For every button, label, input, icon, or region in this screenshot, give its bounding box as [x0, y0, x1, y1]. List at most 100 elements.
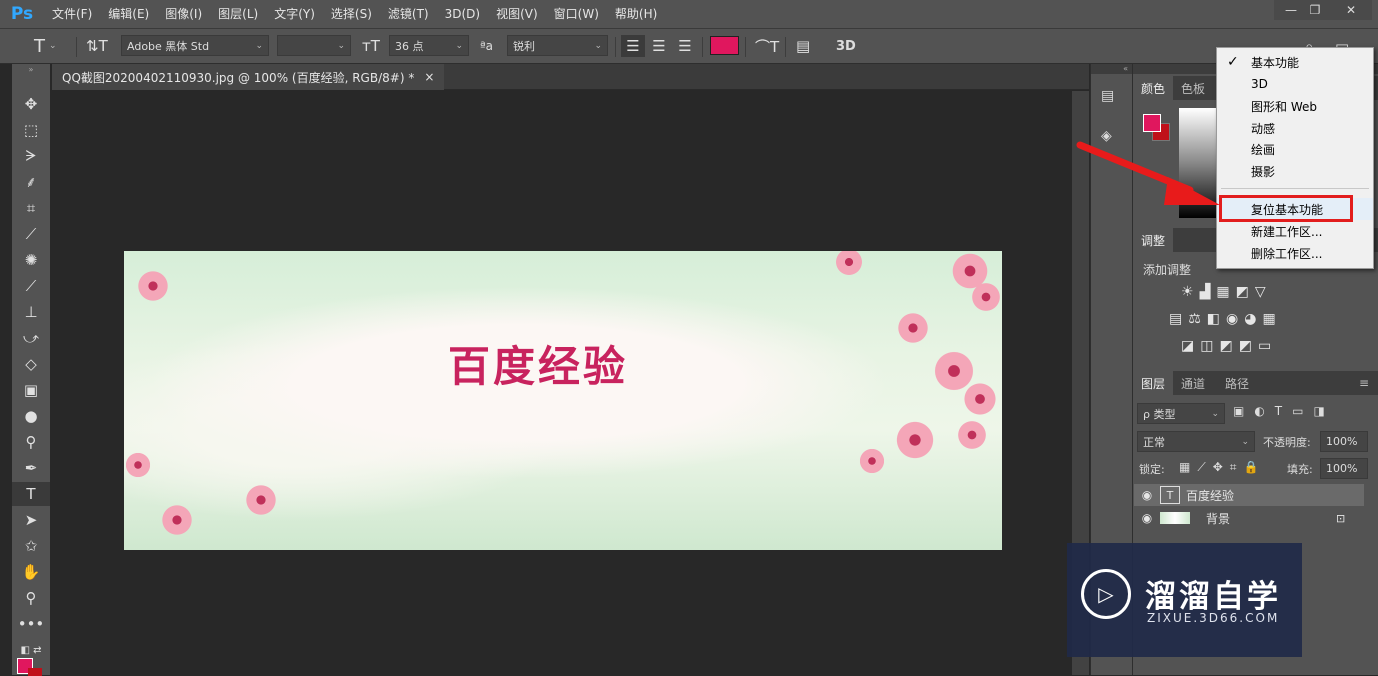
document-image[interactable]: 百度经验	[124, 251, 1002, 550]
menu-layer[interactable]: 图层(L)	[210, 0, 266, 28]
stamp-tool-icon[interactable]: ⊥	[12, 300, 50, 324]
panel-menu-icon[interactable]: ≡	[1351, 371, 1377, 395]
annotation-arrow-icon	[1076, 141, 1220, 205]
align-left-button[interactable]: ☰	[621, 35, 645, 57]
lasso-tool-icon[interactable]: ᗒ	[12, 144, 50, 168]
menu-item-photography[interactable]: 摄影	[1217, 160, 1373, 182]
layer-filter-icons[interactable]: ▣◐T▭◨	[1233, 404, 1335, 418]
eyedropper-tool-icon[interactable]: ⟋	[12, 222, 50, 246]
close-tab-icon[interactable]: ×	[424, 70, 434, 84]
marquee-tool-icon[interactable]: ⬚	[12, 118, 50, 142]
gradient-map-icon[interactable]: ◩	[1239, 338, 1252, 354]
color-lookup-icon[interactable]: ▦	[1262, 311, 1275, 327]
visibility-eye-icon[interactable]: ◉	[1134, 511, 1160, 525]
align-right-button[interactable]: ☰	[674, 35, 696, 57]
menu-view[interactable]: 视图(V)	[488, 0, 546, 28]
close-window-button[interactable]: ✕	[1330, 0, 1372, 20]
levels-icon[interactable]: ▟	[1200, 284, 1211, 300]
threshold-icon[interactable]: ◩	[1219, 338, 1232, 354]
brightness-icon[interactable]: ☀	[1181, 284, 1194, 300]
brush-tool-icon[interactable]: ⟋	[12, 274, 50, 298]
dodge-tool-icon[interactable]: ⚲	[12, 430, 50, 454]
menu-filter[interactable]: 滤镜(T)	[380, 0, 437, 28]
check-icon: ✓	[1227, 54, 1239, 70]
black-white-icon[interactable]: ◧	[1207, 311, 1220, 327]
warp-text-button[interactable]: ⌒T	[755, 35, 779, 57]
layer-filter-select[interactable]: ρ 类型 ⌄	[1137, 403, 1225, 424]
path-select-tool-icon[interactable]: ➤	[12, 508, 50, 532]
history-panel-icon[interactable]: ▤	[1101, 88, 1114, 104]
history-brush-tool-icon[interactable]: ⤻	[12, 326, 50, 350]
vibrance-icon[interactable]: ▽	[1255, 284, 1266, 300]
menu-item-motion[interactable]: 动感	[1217, 117, 1373, 139]
text-color-swatch[interactable]	[710, 36, 739, 55]
font-style-select[interactable]: ⌄	[277, 35, 351, 56]
menu-3d[interactable]: 3D(D)	[437, 0, 488, 28]
eraser-tool-icon[interactable]: ◇	[12, 352, 50, 376]
hue-sat-icon[interactable]: ▤	[1169, 311, 1182, 327]
character-panel-button[interactable]: ▤	[796, 35, 810, 57]
opacity-input[interactable]: 100%	[1320, 431, 1368, 452]
crop-tool-icon[interactable]: ⌗	[12, 196, 50, 220]
menu-help[interactable]: 帮助(H)	[607, 0, 665, 28]
tab-adjustments[interactable]: 调整	[1133, 228, 1174, 252]
menu-select[interactable]: 选择(S)	[323, 0, 380, 28]
blend-mode-select[interactable]: 正常 ⌄	[1137, 431, 1255, 452]
menu-item-graphic-web[interactable]: 图形和 Web	[1217, 95, 1373, 117]
exposure-icon[interactable]: ◩	[1236, 284, 1249, 300]
layer-row-text[interactable]: ◉ T 百度经验	[1134, 484, 1364, 506]
blossom-decoration	[962, 381, 998, 417]
tab-layers[interactable]: 图层	[1133, 371, 1174, 395]
foreground-color-swatch[interactable]	[1143, 114, 1161, 132]
type-tool-icon[interactable]: T	[12, 482, 50, 506]
healing-tool-icon[interactable]: ✺	[12, 248, 50, 272]
gradient-tool-icon[interactable]: ▣	[12, 378, 50, 402]
posterize-icon[interactable]: ◫	[1200, 338, 1213, 354]
tab-swatches[interactable]: 色板	[1173, 76, 1213, 100]
document-tab[interactable]: QQ截图20200402110930.jpg @ 100% (百度经验, RGB…	[52, 64, 445, 90]
photo-filter-icon[interactable]: ◉	[1226, 311, 1238, 327]
restore-button[interactable]: ❐	[1298, 0, 1332, 20]
blossom-decoration	[858, 447, 886, 475]
lock-options[interactable]: ▦⟋✥⌗🔒	[1179, 460, 1266, 475]
font-size-select[interactable]: 36 点 ⌄	[389, 35, 469, 56]
menu-file[interactable]: 文件(F)	[44, 0, 100, 28]
invert-icon[interactable]: ◪	[1181, 338, 1194, 354]
menu-image[interactable]: 图像(I)	[157, 0, 210, 28]
pen-tool-icon[interactable]: ✒	[12, 456, 50, 480]
text-orientation-button[interactable]: ⇅T	[86, 35, 108, 57]
tool-preset-picker[interactable]: T ⌄	[34, 35, 57, 57]
collapse-icon[interactable]: »	[12, 64, 50, 74]
font-family-select[interactable]: Adobe 黑体 Std ⌄	[121, 35, 269, 56]
menu-type[interactable]: 文字(Y)	[266, 0, 323, 28]
blur-tool-icon[interactable]: ●	[12, 404, 50, 428]
menu-item-delete-workspace[interactable]: 删除工作区...	[1217, 242, 1373, 264]
move-tool-icon[interactable]: ✥	[12, 92, 50, 116]
menu-item-essentials[interactable]: ✓ 基本功能	[1217, 51, 1373, 73]
shape-tool-icon[interactable]: ✩	[12, 534, 50, 558]
hand-tool-icon[interactable]: ✋	[12, 560, 50, 584]
visibility-eye-icon[interactable]: ◉	[1134, 488, 1160, 502]
menu-item-3d[interactable]: 3D	[1217, 73, 1373, 95]
tab-paths[interactable]: 路径	[1217, 371, 1257, 395]
more-tools-icon[interactable]: •••	[12, 612, 50, 636]
quick-select-tool-icon[interactable]: ⸙	[12, 170, 50, 194]
tab-channels[interactable]: 通道	[1173, 371, 1213, 395]
menu-window[interactable]: 窗口(W)	[546, 0, 607, 28]
align-center-button[interactable]: ☰	[648, 35, 670, 57]
curves-icon[interactable]: ▦	[1216, 284, 1229, 300]
tab-color[interactable]: 颜色	[1133, 76, 1174, 100]
layer-row-background[interactable]: ◉ 背景 ⊡	[1134, 507, 1364, 529]
zoom-tool-icon[interactable]: ⚲	[12, 586, 50, 610]
chevron-down-icon: ⌄	[1241, 436, 1249, 447]
color-balance-icon[interactable]: ⚖	[1188, 311, 1201, 327]
3d-button[interactable]: 3D	[836, 35, 856, 57]
menu-edit[interactable]: 编辑(E)	[100, 0, 157, 28]
antialias-select[interactable]: 锐利 ⌄	[507, 35, 608, 56]
channel-mixer-icon[interactable]: ◕	[1244, 311, 1256, 327]
fill-input[interactable]: 100%	[1320, 458, 1368, 479]
collapse-icon[interactable]: «	[1091, 64, 1132, 74]
menu-item-new-workspace[interactable]: 新建工作区...	[1217, 220, 1373, 242]
menu-item-painting[interactable]: 绘画	[1217, 138, 1373, 160]
selective-color-icon[interactable]: ▭	[1258, 338, 1271, 354]
